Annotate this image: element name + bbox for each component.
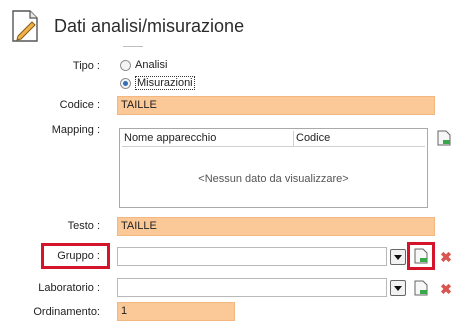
mapping-empty-text: <Nessun dato da visualizzare>: [198, 173, 349, 185]
radio-analisi-label[interactable]: Analisi: [135, 59, 167, 71]
laboratorio-label: Laboratorio :: [38, 282, 100, 294]
new-document-icon[interactable]: [437, 130, 451, 146]
radio-misurazioni[interactable]: Misurazioni: [120, 76, 195, 90]
gruppo-label: Gruppo :: [57, 250, 100, 262]
codice-field[interactable]: TAILLE: [117, 96, 435, 115]
gruppo-dropdown-button[interactable]: [390, 249, 406, 265]
mapping-label: Mapping :: [51, 124, 100, 136]
document-edit-icon: [12, 10, 38, 42]
laboratorio-new-icon[interactable]: [414, 280, 428, 296]
page-title: Dati analisi/misurazione: [54, 16, 245, 36]
gruppo-new-icon[interactable]: [414, 248, 428, 264]
ordinamento-label: Ordinamento:: [33, 306, 100, 318]
header: Dati analisi/misurazione: [0, 0, 458, 60]
mapping-grid[interactable]: Nome apparecchio Codice <Nessun dato da …: [119, 128, 428, 208]
laboratorio-dropdown-button[interactable]: [390, 280, 406, 296]
column-codice[interactable]: Codice: [294, 131, 332, 146]
title-divider: [123, 46, 143, 47]
gruppo-select[interactable]: [117, 247, 387, 266]
column-nome-apparecchio[interactable]: Nome apparecchio: [122, 131, 294, 146]
gruppo-delete-icon[interactable]: ✖: [440, 250, 452, 264]
testo-field[interactable]: TAILLE: [117, 217, 435, 236]
tipo-label: Tipo :: [72, 60, 100, 72]
radio-misurazioni-button[interactable]: [120, 77, 131, 89]
laboratorio-delete-icon[interactable]: ✖: [440, 282, 452, 296]
radio-misurazioni-label[interactable]: Misurazioni: [135, 76, 195, 90]
ordinamento-field[interactable]: 1: [117, 302, 235, 321]
mapping-grid-header: Nome apparecchio Codice: [122, 131, 425, 147]
radio-analisi[interactable]: Analisi: [120, 59, 167, 71]
codice-label: Codice :: [59, 99, 100, 111]
radio-analisi-button[interactable]: [120, 59, 131, 71]
laboratorio-select[interactable]: [117, 278, 387, 297]
testo-label: Testo :: [67, 220, 100, 232]
